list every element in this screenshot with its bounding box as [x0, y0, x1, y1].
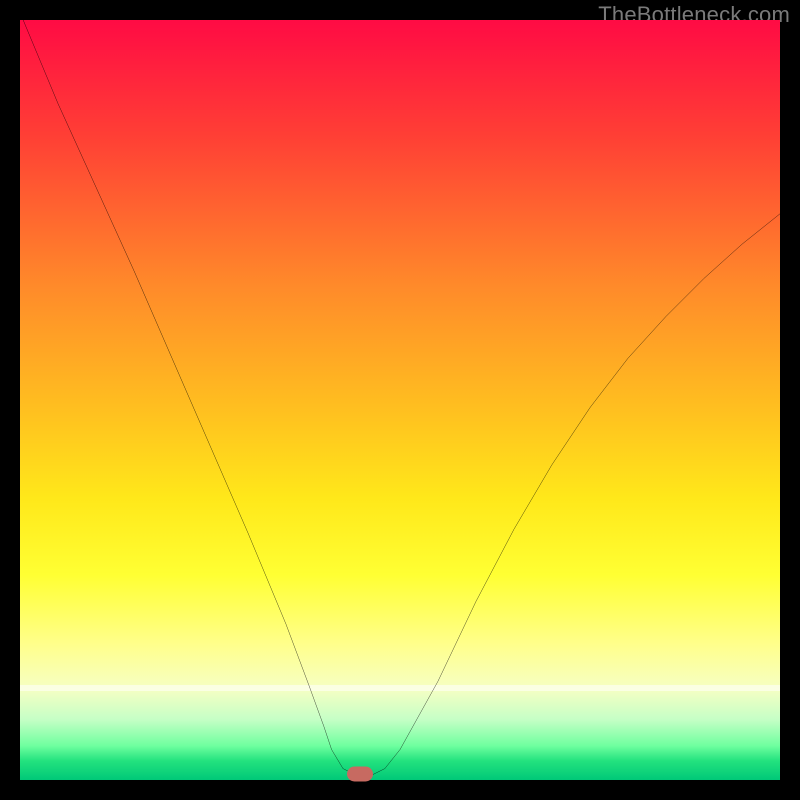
- frame: TheBottleneck.com: [0, 0, 800, 800]
- plot-area: [20, 20, 780, 780]
- optimum-marker: [347, 766, 373, 781]
- curve-svg: [20, 20, 780, 780]
- curve-path: [20, 12, 780, 776]
